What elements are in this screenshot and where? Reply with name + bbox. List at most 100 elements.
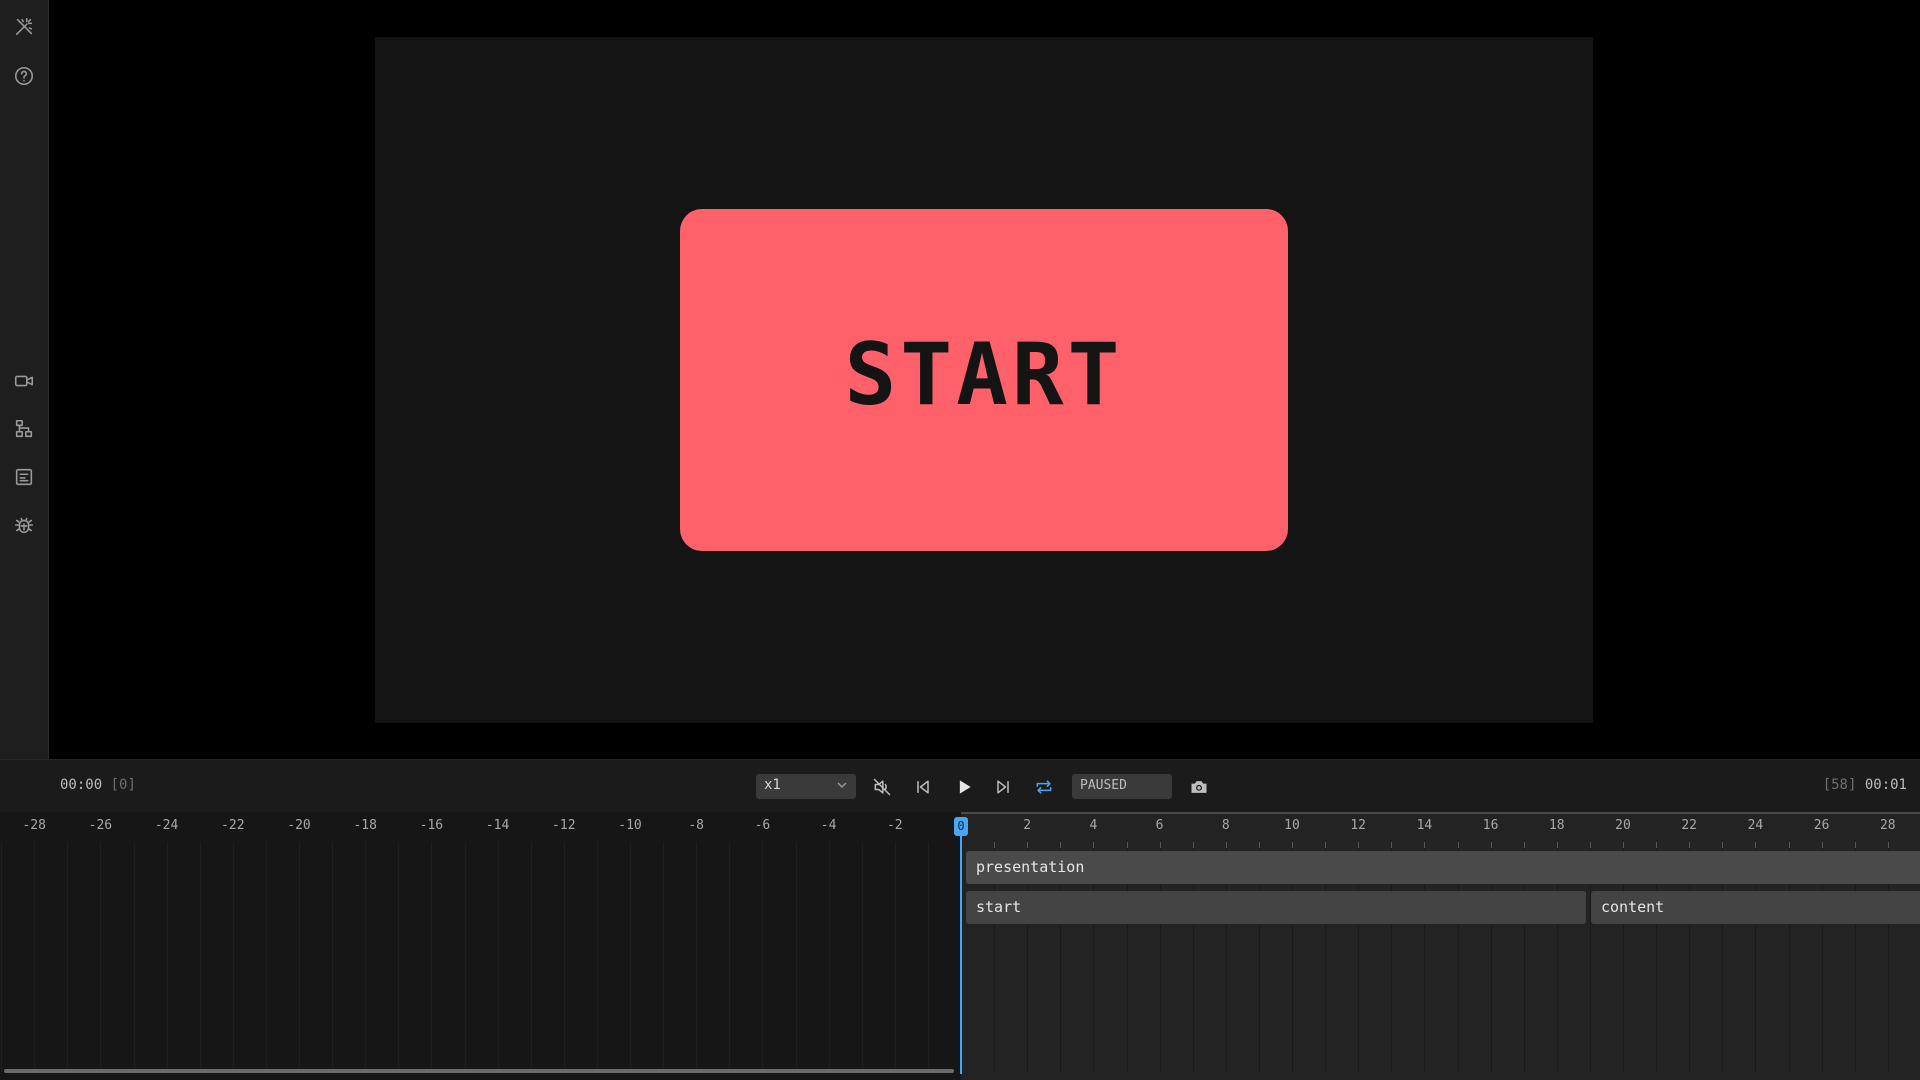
ruler-tick-mark [1060,842,1062,848]
timeline-gridline [894,842,896,1072]
ruler-tick-mark [1093,842,1095,848]
ruler-tick-label: -6 [754,818,771,833]
debug-button[interactable] [0,505,48,545]
scene-graph-button[interactable] [0,409,48,449]
timeline-gridline [232,842,234,1072]
speed-value: x1 [764,777,781,793]
help-button[interactable] [0,56,48,96]
ruler-tick-mark [1159,842,1161,848]
debug-icon [14,517,34,534]
ruler-tick-mark [1523,842,1525,848]
end-frame: [58] [1822,777,1857,793]
ruler-tick-label: -22 [221,818,245,833]
mute-icon [873,778,891,796]
current-time-value: 00:00 [60,777,103,793]
ruler-tick-mark [1126,842,1128,848]
ruler-tick-mark [1490,842,1492,848]
timeline-gridline [795,842,797,1072]
timeline-gridline [265,842,267,1072]
current-time: 00:00 [0] [60,777,136,793]
timeline-gridline [34,842,36,1072]
track-start-label: start [976,898,1022,916]
ruler-tick-mark [1457,842,1459,848]
ruler-tick-label: -24 [154,818,179,833]
ruler-tick-mark [1788,842,1790,848]
preview-viewport: START [49,0,1920,759]
properties-icon [15,468,33,486]
ruler-tick-label: 22 [1681,818,1698,833]
timeline-gridline [299,842,300,1072]
track-presentation[interactable]: presentation [966,851,1920,884]
ruler-tick-label: 14 [1416,818,1433,833]
ruler-tick-mark [1689,842,1691,848]
timeline-gridline [133,842,135,1072]
timeline-gridline [696,842,698,1072]
play-icon [959,780,971,794]
skip-forward-button[interactable] [989,773,1017,801]
ruler-tick-label: 20 [1615,818,1631,833]
speed-select[interactable]: x1 [756,774,856,799]
ruler-tick-label: -4 [820,818,837,833]
ruler-tick-mark [1424,842,1426,848]
ruler-tick-label: 10 [1284,818,1300,833]
ruler-tick-mark [994,842,996,848]
timeline-gridline [563,842,565,1072]
ruler-tick-label: -18 [353,818,377,833]
ruler-tick-mark [1391,842,1393,848]
skip-back-button[interactable] [909,773,937,801]
ruler-tick-label: 16 [1482,818,1499,833]
start-card: START [680,209,1288,551]
ruler-tick-mark [1887,842,1889,848]
track-content[interactable]: content [1591,891,1920,924]
ruler-tick-mark [1325,842,1327,848]
video-button[interactable] [0,361,48,401]
timeline-gridline [762,842,764,1072]
loop-button[interactable] [1030,773,1058,801]
playhead-handle[interactable]: 0 [954,817,968,836]
ruler-tick-mark [1589,842,1591,848]
ruler-tick-mark [1623,842,1624,848]
ruler-tick-mark [1192,842,1194,848]
ruler-tick-mark [1027,842,1029,848]
ruler-tick-label: 26 [1813,818,1830,833]
ruler-tick-mark [1821,842,1823,848]
timeline-gridline [663,842,665,1072]
end-time: [58] 00:01 [1823,777,1907,793]
ruler-tick-label: 18 [1548,818,1565,833]
wand-icon [15,17,33,36]
video-icon [14,375,34,387]
timeline-gridline [927,842,929,1072]
properties-button[interactable] [0,457,48,497]
ruler-tick-label: -28 [22,818,46,833]
timeline-gridline [100,842,102,1072]
wand-button[interactable] [0,7,48,47]
loop-icon [1036,780,1052,794]
track-start[interactable]: start [966,891,1586,924]
ruler-tick-label: -20 [287,818,311,833]
ruler-tick-mark [1556,842,1558,848]
playhead-line[interactable] [960,818,962,1074]
end-time-value: 00:01 [1864,777,1907,793]
camera-icon [1191,781,1207,793]
mute-button[interactable] [868,773,896,801]
timeline-gridline [365,842,367,1072]
timeline-gridline [828,842,830,1072]
chevron-down-icon [837,782,847,789]
timeline-scrollbar[interactable] [4,1069,954,1073]
screenshot-button[interactable] [1185,773,1213,801]
help-icon [14,66,34,86]
ruler-tick-label: -2 [886,818,903,833]
ruler-tick-label: 8 [1221,818,1230,833]
timeline[interactable]: -28 -26 -24 -22 -20 -18 -16 -14 -12 -10 -8 -6 -4 -2 2 4… [0,812,1920,1080]
timeline-gridline [431,842,433,1072]
ruler-tick-label: 6 [1155,818,1164,833]
timeline-gridline [332,842,334,1072]
play-button[interactable] [950,773,978,801]
ruler-tick-mark [1358,842,1360,848]
ruler-tick-mark [1755,842,1757,848]
ruler-tick-mark [1656,842,1658,848]
preview-stage[interactable]: START [375,37,1593,723]
timeline-gridline [596,842,598,1072]
current-frame: [0] [110,777,136,793]
ruler-tick-label: 12 [1350,818,1367,833]
